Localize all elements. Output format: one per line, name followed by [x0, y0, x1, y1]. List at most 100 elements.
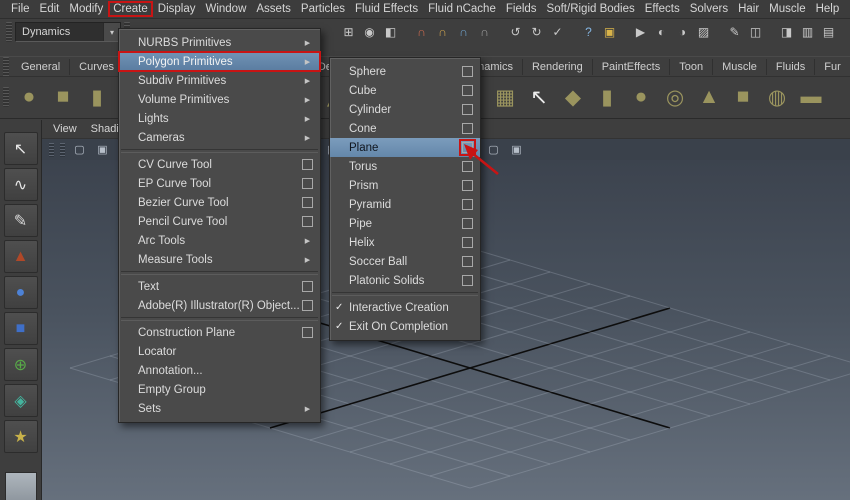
poly-sphere-icon[interactable]: ●	[12, 80, 46, 114]
output-connections-icon[interactable]: ↻	[526, 22, 547, 43]
menu-item-empty-group[interactable]: Empty Group	[119, 380, 320, 399]
sidebar-toggle-icon[interactable]: ◨	[776, 22, 797, 43]
option-box-icon[interactable]	[462, 123, 473, 134]
shelf-tabs-grip[interactable]	[3, 57, 9, 76]
shelf-cylinder-icon[interactable]: ▮	[590, 80, 624, 114]
option-box-icon[interactable]	[302, 178, 313, 189]
scale-tool[interactable]: ⊕	[3, 348, 38, 381]
menu-item-exit-on-completion[interactable]: ✓ Exit On Completion	[330, 317, 480, 336]
shelf-tab-fur[interactable]: Fur	[815, 58, 850, 75]
menu-fluid-ncache[interactable]: Fluid nCache	[423, 2, 501, 16]
menu-item-measure-tools[interactable]: Measure Tools ▶	[119, 250, 320, 269]
option-box-icon[interactable]	[462, 275, 473, 286]
universal-manipulator-tool[interactable]: ◈	[3, 384, 38, 417]
menu-item-arc-tools[interactable]: Arc Tools ▶	[119, 231, 320, 250]
cursor-arrow-icon[interactable]: ↖	[522, 80, 556, 114]
lasso-select-tool[interactable]: ∿	[3, 168, 38, 201]
render-settings-icon[interactable]: ▨	[693, 22, 714, 43]
shelf-tab-muscle[interactable]: Muscle	[713, 58, 767, 75]
option-box-icon[interactable]	[462, 85, 473, 96]
help-icon[interactable]: ?	[578, 22, 599, 43]
menu-soft-rigid-bodies[interactable]: Soft/Rigid Bodies	[542, 2, 640, 16]
panel-toolbar-icon[interactable]: ▢	[68, 141, 91, 159]
menu-item-interactive-creation[interactable]: ✓ Interactive Creation	[330, 298, 480, 317]
menu-item-polygon-primitives[interactable]: Polygon Primitives ▶	[118, 51, 321, 72]
menu-item-volume-primitives[interactable]: Volume Primitives ▶	[119, 90, 320, 109]
menu-item-ep-curve-tool[interactable]: EP Curve Tool	[119, 174, 320, 193]
shelf-tab-toon[interactable]: Toon	[670, 58, 714, 75]
menu-item-pencil-curve-tool[interactable]: Pencil Curve Tool	[119, 212, 320, 231]
option-box-icon[interactable]	[462, 66, 473, 77]
select-by-component-icon[interactable]: ◧	[380, 22, 401, 43]
menu-item-annotation[interactable]: Annotation...	[119, 361, 320, 380]
menu-item-lights[interactable]: Lights ▶	[119, 109, 320, 128]
menu-create[interactable]: Create	[108, 1, 153, 17]
menu-item-adobe-r-illustrator-r-object[interactable]: Adobe(R) Illustrator(R) Object...	[119, 296, 320, 315]
rotate-tool[interactable]: ■	[3, 312, 38, 345]
panel-toolbar-icon[interactable]: ▣	[91, 141, 114, 159]
shelf-plane-icon[interactable]: ▦	[488, 80, 522, 114]
menu-item-pyramid[interactable]: Pyramid	[330, 195, 480, 214]
snap-to-point-icon[interactable]: ∩	[453, 22, 474, 43]
option-box-icon[interactable]	[462, 256, 473, 267]
snap-to-grid-icon[interactable]: ∩	[411, 22, 432, 43]
shelf-tab-fluids[interactable]: Fluids	[767, 58, 816, 75]
move-tool[interactable]: ●	[3, 276, 38, 309]
menu-item-cube[interactable]: Cube	[330, 81, 480, 100]
menu-fluid-effects[interactable]: Fluid Effects	[350, 2, 423, 16]
shelf-tab-rendering[interactable]: Rendering	[523, 58, 593, 75]
panel-menu-view[interactable]: View	[46, 123, 84, 135]
option-box-icon[interactable]	[462, 199, 473, 210]
paint-select-tool[interactable]: ✎	[3, 204, 38, 237]
shelf-cone-icon[interactable]: ▲	[692, 80, 726, 114]
hypershade-icon[interactable]: ◫	[745, 22, 766, 43]
menu-particles[interactable]: Particles	[296, 2, 350, 16]
render-current-frame-icon[interactable]: ◐	[651, 22, 672, 43]
option-box-icon[interactable]	[462, 237, 473, 248]
option-box-icon[interactable]	[302, 300, 313, 311]
render-view-icon[interactable]: ▶	[630, 22, 651, 43]
menu-effects[interactable]: Effects	[640, 2, 685, 16]
option-box-icon[interactable]	[302, 216, 313, 227]
shelf-shaded-icon[interactable]: ◍	[760, 80, 794, 114]
option-box-icon[interactable]	[462, 104, 473, 115]
select-tool[interactable]: ↖	[3, 132, 38, 165]
menu-display[interactable]: Display	[153, 2, 201, 16]
menu-item-platonic-solids[interactable]: Platonic Solids	[330, 271, 480, 290]
statusline-grip[interactable]	[6, 22, 12, 42]
shelf-tab-painteffects[interactable]: PaintEffects	[593, 58, 671, 75]
viewport-toolbar-grip-2[interactable]	[60, 142, 65, 157]
shelf-bar-icon[interactable]: ▬	[794, 80, 828, 114]
attribute-editor-toggle-icon[interactable]: ▥	[797, 22, 818, 43]
soft-modification-tool[interactable]: ▲	[3, 240, 38, 273]
shelf-tab-curves[interactable]: Curves	[70, 58, 124, 75]
menu-item-bezier-curve-tool[interactable]: Bezier Curve Tool	[119, 193, 320, 212]
snap-to-curve-icon[interactable]: ∩	[432, 22, 453, 43]
ipr-render-icon[interactable]: ◑	[672, 22, 693, 43]
shelf-cube-icon[interactable]: ■	[726, 80, 760, 114]
menu-item-helix[interactable]: Helix	[330, 233, 480, 252]
menu-item-cone[interactable]: Cone	[330, 119, 480, 138]
input-connections-icon[interactable]: ↺	[505, 22, 526, 43]
option-box-icon[interactable]	[462, 218, 473, 229]
shelf-tab-general[interactable]: General	[12, 58, 71, 75]
show-manipulator-tool[interactable]: ★	[3, 420, 38, 453]
select-by-object-icon[interactable]: ◉	[359, 22, 380, 43]
menu-item-sphere[interactable]: Sphere	[330, 62, 480, 81]
menu-item-nurbs-primitives[interactable]: NURBS Primitives ▶	[119, 33, 320, 52]
menu-hair[interactable]: Hair	[733, 2, 764, 16]
shelf-diamond-icon[interactable]: ◆	[556, 80, 590, 114]
paint-effects-panel-icon[interactable]: ✎	[724, 22, 745, 43]
option-box-icon[interactable]	[302, 281, 313, 292]
option-box-icon[interactable]	[302, 159, 313, 170]
menu-fields[interactable]: Fields	[501, 2, 542, 16]
poly-cylinder-icon[interactable]: ▮	[80, 80, 114, 114]
menu-edit[interactable]: Edit	[35, 2, 65, 16]
snap-to-plane-icon[interactable]: ∩	[474, 22, 495, 43]
shelf-sphere-icon[interactable]: ●	[624, 80, 658, 114]
select-by-hierarchy-icon[interactable]: ⊞	[338, 22, 359, 43]
menu-item-locator[interactable]: Locator	[119, 342, 320, 361]
menu-item-text[interactable]: Text	[119, 277, 320, 296]
menu-assets[interactable]: Assets	[251, 2, 296, 16]
menu-item-cylinder[interactable]: Cylinder	[330, 100, 480, 119]
